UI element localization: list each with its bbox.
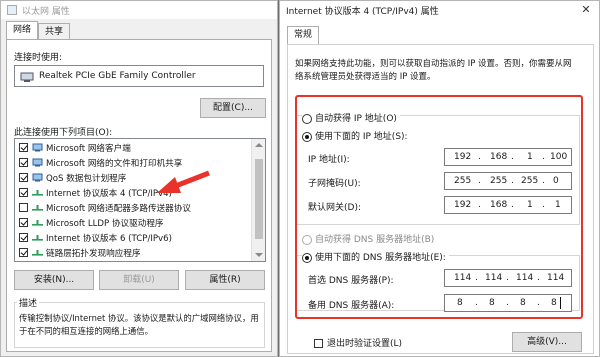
uninstall-button[interactable]: 卸载(U) <box>99 270 179 290</box>
tab-sharing[interactable]: 共享 <box>38 23 71 39</box>
item-label: Microsoft 网络客户端 <box>46 143 131 154</box>
list-item[interactable]: 链路层拓扑发现响应程序 <box>15 245 265 260</box>
annotation-arrow-icon <box>157 170 210 193</box>
adapter-name: Realtek PCIe GbE Family Controller <box>39 71 196 81</box>
intro-line-1: 如果网络支持此功能，则可以获取自动指派的 IP 设置。否则，你需要从网 <box>295 59 572 69</box>
validate-checkbox[interactable] <box>314 339 323 348</box>
item-checkbox[interactable] <box>19 203 28 212</box>
list-item[interactable]: Microsoft LLDP 协议驱动程序 <box>15 215 265 230</box>
service-icon <box>32 173 43 182</box>
list-item[interactable]: QoS 数据包计划程序 <box>15 170 265 185</box>
properties-button[interactable]: 属性(R) <box>185 270 265 290</box>
validate-label: 退出时验证设置(L) <box>327 339 403 349</box>
scroll-down-icon[interactable] <box>255 253 263 257</box>
item-checkbox[interactable] <box>19 173 28 182</box>
item-label: Microsoft LLDP 协议驱动程序 <box>46 218 164 229</box>
ethernet-properties-window: 以太网 属性 网络 共享 连接时使用: Realtek PCIe GbE Fam… <box>0 0 278 357</box>
tab-general[interactable]: 常规 <box>287 26 320 44</box>
protocol-icon <box>32 220 43 226</box>
item-checkbox[interactable] <box>19 158 28 167</box>
connect-using-label: 连接时使用: <box>14 53 63 63</box>
highlight-box <box>295 95 583 319</box>
item-label: QoS 数据包计划程序 <box>46 173 127 184</box>
items-scrollbar[interactable] <box>251 139 265 261</box>
item-label: Internet 协议版本 6 (TCP/IPv6) <box>46 233 172 244</box>
scroll-thumb[interactable] <box>255 159 263 239</box>
service-icon <box>32 158 43 167</box>
list-item[interactable]: Internet 协议版本 4 (TCP/IPv4) <box>15 185 265 200</box>
right-tabs: 常规 <box>287 26 320 44</box>
item-label: Microsoft 网络适配器多路传送器协议 <box>46 203 191 214</box>
item-label: Microsoft 网络的文件和打印机共享 <box>46 158 183 169</box>
protocol-icon <box>32 190 43 196</box>
protocol-icon <box>32 235 43 241</box>
item-label: 链路层拓扑发现响应程序 <box>46 248 141 259</box>
install-button[interactable]: 安装(N)... <box>14 270 94 290</box>
list-item[interactable]: Internet 协议版本 6 (TCP/IPv6) <box>15 230 265 245</box>
tab-network[interactable]: 网络 <box>6 21 39 39</box>
network-adapter-icon <box>20 72 34 82</box>
left-window-title: 以太网 属性 <box>22 6 70 17</box>
list-item[interactable]: Microsoft 网络的文件和打印机共享 <box>15 155 265 170</box>
item-checkbox[interactable] <box>19 143 28 152</box>
network-tab-panel: 连接时使用: Realtek PCIe GbE Family Controlle… <box>6 39 272 352</box>
service-icon <box>32 143 43 152</box>
item-checkbox[interactable] <box>19 218 28 227</box>
items-list: Microsoft 网络客户端 Microsoft 网络的文件和打印机共享 QoS … <box>14 138 266 262</box>
configure-button[interactable]: 配置(C)... <box>200 98 266 118</box>
left-title-bar: 以太网 属性 <box>1 1 277 19</box>
list-item[interactable]: Microsoft 网络客户端 <box>15 140 265 155</box>
description-line-2: 于在不同的相互连接的网络上通信。 <box>19 326 153 336</box>
protocol-icon <box>32 205 43 211</box>
description-line-1: 传输控制协议/Internet 协议。该协议是默认的广域网络协议，用 <box>19 313 259 323</box>
left-tabs: 网络 共享 <box>6 21 71 39</box>
item-checkbox[interactable] <box>19 233 28 242</box>
scroll-up-icon[interactable] <box>255 143 263 147</box>
list-item[interactable]: Microsoft 网络适配器多路传送器协议 <box>15 200 265 215</box>
description-label: 描述 <box>17 296 40 309</box>
validate-option[interactable]: 退出时验证设置(L) <box>314 336 402 349</box>
adapter-box: Realtek PCIe GbE Family Controller <box>14 65 264 87</box>
items-label: 此连接使用下列项目(O): <box>14 128 113 138</box>
item-checkbox[interactable] <box>19 248 28 257</box>
close-icon[interactable]: ✕ <box>573 1 599 19</box>
right-window-title: Internet 协议版本 4 (TCP/IPv4) 属性 <box>286 6 439 17</box>
advanced-button[interactable]: 高级(V)... <box>512 332 582 352</box>
item-checkbox[interactable] <box>19 188 28 197</box>
network-adapter-icon <box>7 5 17 15</box>
right-title-bar: Internet 协议版本 4 (TCP/IPv4) 属性 ✕ <box>280 1 599 19</box>
intro-line-2: 络系统管理员处获得适当的 IP 设置。 <box>295 72 436 82</box>
protocol-icon <box>32 250 43 256</box>
